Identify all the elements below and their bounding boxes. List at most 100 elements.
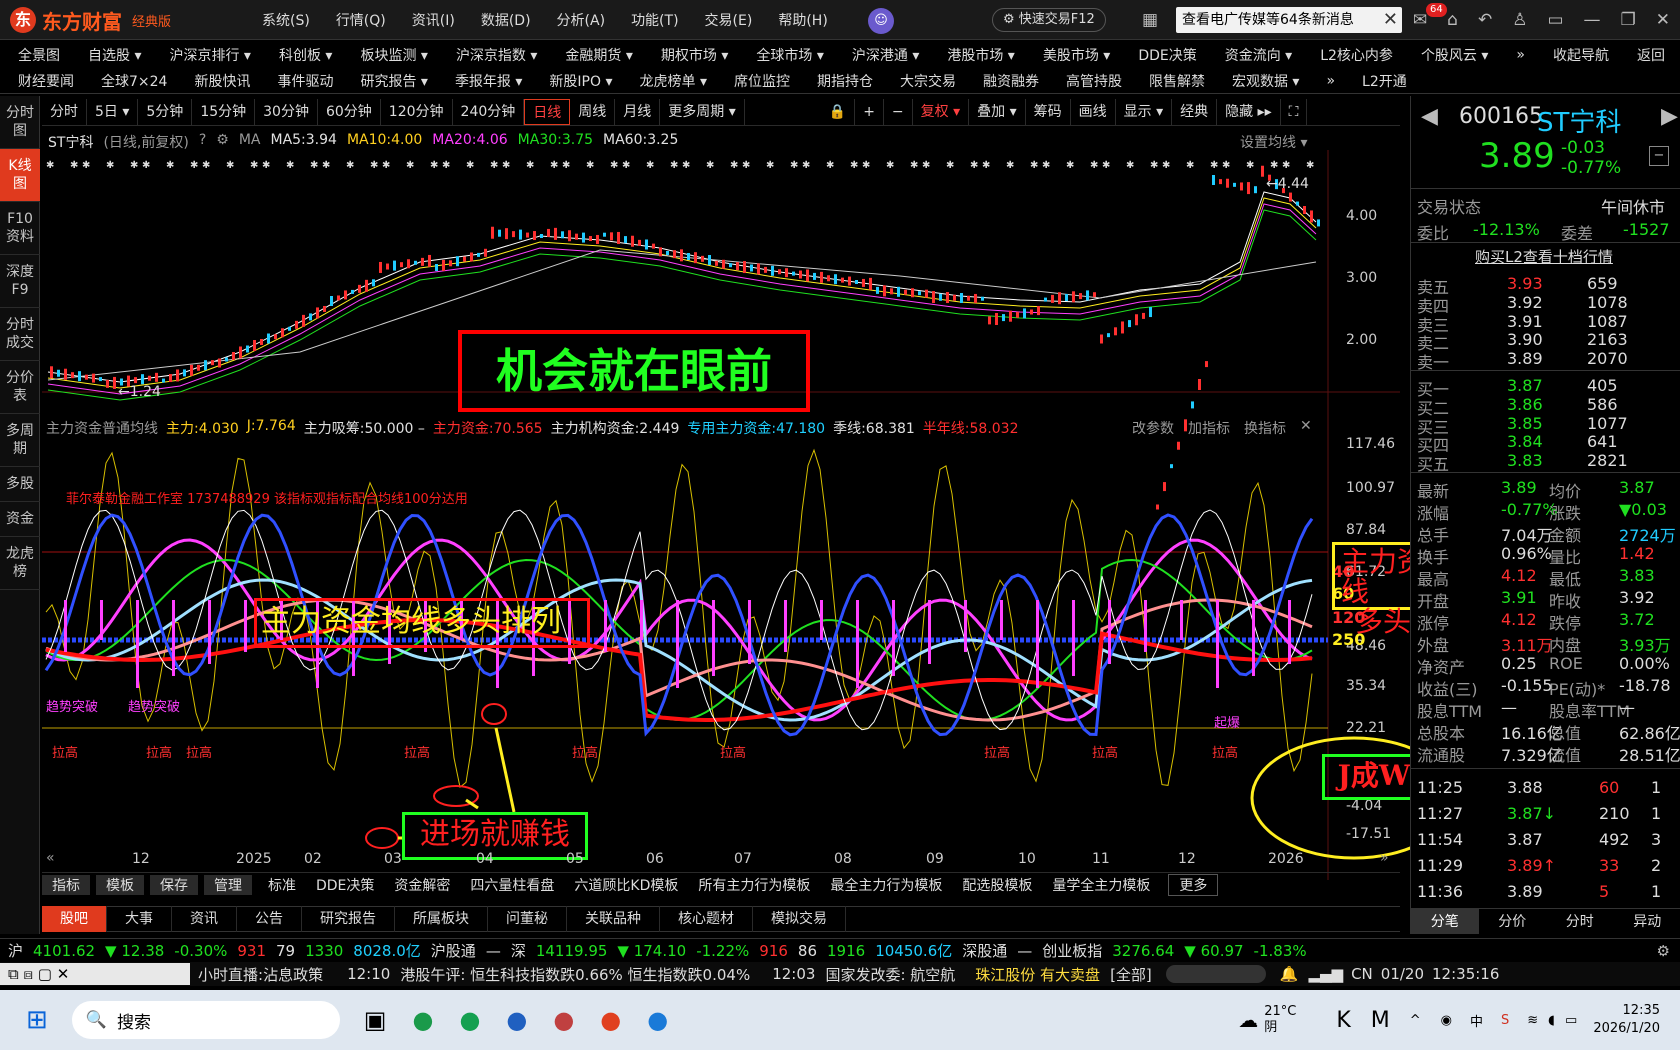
- wifi-icon[interactable]: ≋: [1527, 1013, 1538, 1028]
- candle: [484, 248, 487, 257]
- bottom-tab-1[interactable]: 大事: [107, 906, 172, 932]
- marker-star: ✱: [610, 160, 618, 171]
- marker-star: ✱: [922, 160, 930, 171]
- tray-app-icon[interactable]: ◉: [1441, 1013, 1452, 1028]
- ind-bar: [1288, 600, 1291, 664]
- quote-tab-1[interactable]: 分价: [1479, 909, 1547, 934]
- template-item-12[interactable]: 量学全主力模板: [1042, 875, 1160, 895]
- quote-tab-0[interactable]: 分笔: [1411, 909, 1479, 934]
- pull-label-7: 拉高: [1092, 746, 1119, 761]
- app-gm-icon[interactable]: ●: [506, 1006, 527, 1034]
- collapse-icon[interactable]: −: [1649, 146, 1669, 166]
- ticker-all[interactable]: [全部]: [1110, 964, 1152, 985]
- template-item-10[interactable]: 最全主力行为模板: [820, 875, 952, 895]
- tray-m-icon[interactable]: M: [1371, 1008, 1390, 1033]
- mini-window[interactable]: ⧉ ⧈ ▢ ✕: [0, 963, 190, 985]
- tray-s-icon[interactable]: S: [1501, 1013, 1509, 1028]
- template-item-4[interactable]: 标准: [258, 875, 306, 895]
- ind-val-3: 主力资金:70.565: [432, 421, 543, 437]
- candle: [701, 255, 704, 262]
- taskbar-search[interactable]: 🔍 搜索: [71, 1001, 340, 1039]
- scroll-right-icon[interactable]: »: [1380, 850, 1389, 866]
- edit-params-button[interactable]: 改参数: [1132, 418, 1174, 438]
- candle: [477, 252, 480, 257]
- scroll-left-icon[interactable]: «: [46, 850, 55, 866]
- tray-k-icon[interactable]: K: [1336, 1008, 1350, 1033]
- weather[interactable]: 21°C 阴: [1264, 1004, 1296, 1036]
- tick-row-0-c2: 60: [1599, 778, 1620, 797]
- bottom-tab-4[interactable]: 研究报告: [302, 906, 395, 932]
- candle: [729, 263, 732, 268]
- app-s-icon[interactable]: ●: [459, 1006, 480, 1034]
- battery-icon[interactable]: ▭: [1565, 1013, 1577, 1028]
- cyb-index: 3276.64: [1112, 941, 1175, 960]
- chevron-up-icon[interactable]: ^: [1410, 1013, 1421, 1028]
- candle: [113, 376, 116, 389]
- ticker-3[interactable]: 港股午评: 恒生科技指数跌0.66% 恒生指数跌0.04%: [400, 964, 750, 985]
- tick-row-1: 11:27 3.87↓ 210 1: [1411, 804, 1680, 824]
- switch-indicator-button[interactable]: 换指标: [1244, 418, 1286, 438]
- bottom-tab-5[interactable]: 所属板块: [395, 906, 488, 932]
- annotation-box-bull: 主力资金均线多头排列: [254, 598, 590, 648]
- ticker-search[interactable]: [1165, 965, 1266, 983]
- template-item-3[interactable]: 管理: [204, 874, 252, 895]
- volume-icon[interactable]: ◖: [1548, 1013, 1555, 1028]
- template-item-7[interactable]: 四六量柱看盘: [460, 875, 564, 895]
- stat-row-1-c2: 涨跌: [1549, 504, 1582, 523]
- weather-icon[interactable]: ☁: [1238, 1008, 1258, 1032]
- app-eastmoney-icon[interactable]: ●: [600, 1006, 621, 1034]
- hgt-link[interactable]: 沪股通: [431, 940, 476, 961]
- template-item-0[interactable]: 指标: [42, 874, 90, 895]
- template-item-1[interactable]: 模板: [96, 874, 144, 895]
- app-img-icon[interactable]: ●: [553, 1006, 574, 1034]
- l2-link[interactable]: 购买L2查看十档行情: [1475, 246, 1613, 267]
- template-item-13[interactable]: 更多: [1168, 873, 1219, 896]
- template-item-6[interactable]: 资金解密: [384, 875, 460, 895]
- quote-panel: ◀ 600165 ST宁科 ▶ 3.89 -0.03 -0.77% − 交易状态…: [1410, 96, 1680, 934]
- ticker-2[interactable]: 沾息政策: [263, 964, 323, 985]
- ticker-4[interactable]: 国家发改委: 航空航: [825, 964, 955, 985]
- bottom-tab-7[interactable]: 关联品种: [567, 906, 660, 932]
- next-stock-icon[interactable]: ▶: [1661, 104, 1678, 129]
- stat-row-2-c2: 金额: [1549, 526, 1582, 545]
- app-browser-icon[interactable]: ●: [647, 1006, 668, 1034]
- template-item-5[interactable]: DDE决策: [306, 875, 384, 895]
- template-item-2[interactable]: 保存: [150, 874, 198, 895]
- weather-desc: 阴: [1264, 1020, 1278, 1035]
- tick-row-0-c0: 11:25: [1417, 778, 1464, 797]
- template-item-9[interactable]: 所有主力行为模板: [688, 875, 820, 895]
- sz-amount: 10450.6亿: [875, 942, 953, 960]
- app-edge-icon[interactable]: ●: [412, 1006, 433, 1034]
- ime-icon[interactable]: 中: [1470, 1011, 1483, 1030]
- bottom-tab-0[interactable]: 股吧: [42, 906, 107, 932]
- status-settings-icon[interactable]: ⚙: [1657, 942, 1670, 960]
- ask-row-2-c2: 1087: [1587, 311, 1628, 331]
- close-indicator-icon[interactable]: ✕: [1300, 418, 1312, 438]
- bottom-tab-9[interactable]: 模拟交易: [753, 906, 846, 932]
- quote-tab-2[interactable]: 分时: [1546, 909, 1614, 934]
- bottom-tab-6[interactable]: 问董秘: [488, 906, 567, 932]
- bottom-tab-2[interactable]: 资讯: [172, 906, 237, 932]
- sgt-link[interactable]: 深股通: [962, 940, 1007, 961]
- marker-star: ✱: [550, 160, 558, 171]
- start-icon[interactable]: ⊞: [26, 1005, 48, 1035]
- bell-icon[interactable]: 🔔: [1280, 965, 1299, 983]
- ticker-1[interactable]: 小时直播:: [198, 964, 263, 985]
- ticker-5[interactable]: 珠江股份 有大卖盘: [975, 964, 1100, 985]
- candle: [1135, 314, 1138, 326]
- indicator-name[interactable]: 主力资金普通均线: [46, 418, 158, 438]
- taskview-icon[interactable]: ▣: [364, 1006, 387, 1034]
- prev-stock-icon[interactable]: ◀: [1421, 104, 1438, 129]
- bottom-tab-8[interactable]: 核心题材: [660, 906, 753, 932]
- candle: [715, 260, 718, 266]
- ask-row-1: 卖四 3.92 1078: [1411, 293, 1680, 316]
- add-indicator-button[interactable]: 加指标: [1188, 418, 1230, 438]
- template-item-11[interactable]: 配选股模板: [952, 875, 1042, 895]
- clock[interactable]: 12:35 2026/1/20: [1593, 1002, 1660, 1038]
- ind-val-2: 主力吸筹:50.000 –: [303, 421, 425, 437]
- template-item-8[interactable]: 六道顾比KD模板: [564, 875, 688, 895]
- sz-index: 14119.95: [535, 941, 608, 960]
- quote-tab-3[interactable]: 异动: [1614, 909, 1680, 934]
- x-tick-12: 12: [1178, 851, 1196, 867]
- bottom-tab-3[interactable]: 公告: [237, 906, 302, 932]
